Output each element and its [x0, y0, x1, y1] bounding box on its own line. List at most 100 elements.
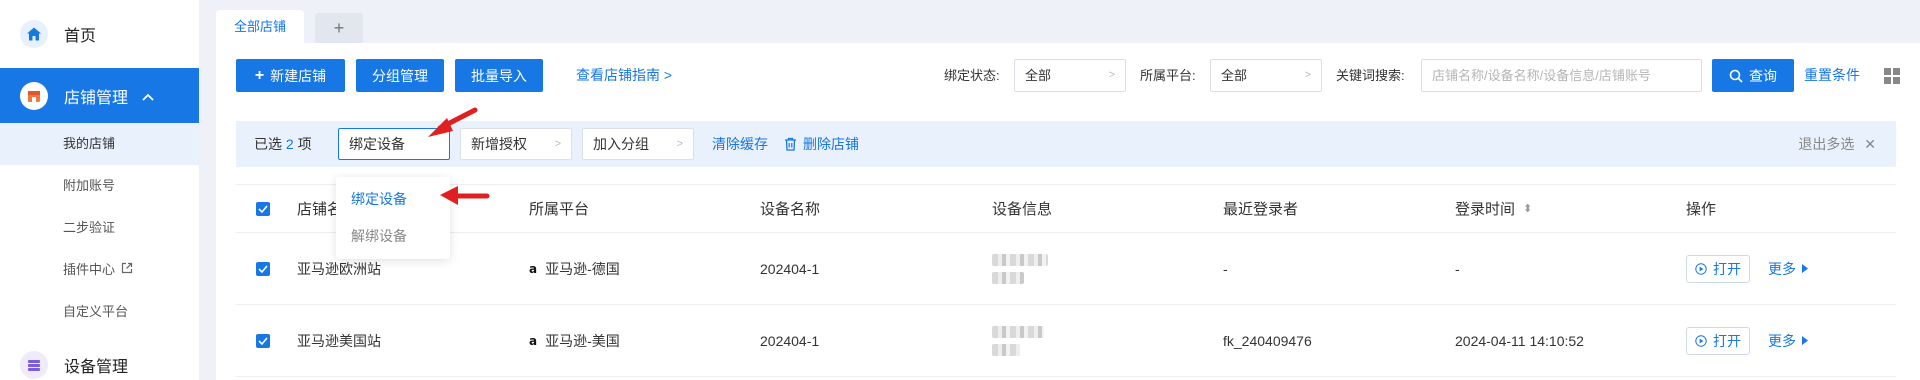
row-checkbox[interactable] — [256, 305, 270, 376]
selected-suffix: 项 — [297, 136, 312, 152]
login-time: - — [1455, 260, 1460, 277]
platform-name: 亚马逊-美国 — [545, 332, 620, 349]
clear-cache-link[interactable]: 清除缓存 — [712, 121, 768, 167]
store-table: 店铺名 所属平台 设备名称 设备信息 最近登录者 登录时间 ⬍ 操作 亚马逊欧洲… — [236, 184, 1896, 377]
bind-device-select-label: 绑定设备 — [349, 136, 405, 152]
chevron-right-icon: > — [1304, 69, 1311, 81]
chevron-right-icon: > — [1108, 69, 1115, 81]
sort-icon: ⬍ — [1523, 203, 1533, 215]
subnav-my-stores[interactable]: 我的店铺 — [0, 123, 199, 165]
query-button-label: 查询 — [1749, 67, 1777, 84]
store-name: 亚马逊美国站 — [297, 332, 381, 349]
subnav-custom-platform[interactable]: 自定义平台 — [0, 291, 199, 333]
exit-multi-select-label: 退出多选 — [1798, 136, 1855, 152]
open-button[interactable]: 打开 — [1686, 326, 1750, 355]
chevron-right-icon: > — [676, 138, 683, 150]
header-login-time-label: 登录时间 — [1455, 201, 1516, 218]
query-button[interactable]: 查询 — [1712, 59, 1794, 92]
open-button-label: 打开 — [1713, 260, 1741, 277]
platform-select[interactable]: 全部 > — [1210, 59, 1322, 92]
main-panel: + 新建店铺 分组管理 批量导入 查看店铺指南 > 绑定状态: 全部 > 所属平… — [216, 43, 1920, 380]
select-all-checkbox[interactable] — [256, 185, 270, 232]
more-label: 更多 — [1768, 332, 1796, 349]
nav-home[interactable]: 首页 — [0, 0, 199, 68]
add-tab-button[interactable]: + — [315, 13, 364, 43]
play-icon — [1695, 262, 1707, 275]
tab-all-stores[interactable]: 全部店铺 — [216, 10, 305, 43]
add-authorization-label: 新增授权 — [471, 136, 527, 152]
bind-status-select[interactable]: 全部 > — [1014, 59, 1126, 92]
batch-import-label: 批量导入 — [471, 67, 527, 84]
platform-cell: a 亚马逊-德国 — [529, 233, 620, 304]
amazon-icon: a — [529, 333, 538, 348]
row-actions: 打开 更多 — [1686, 305, 1808, 376]
exit-multi-select-link[interactable]: 退出多选 ✕ — [1798, 121, 1876, 167]
keyword-search-input[interactable]: 店铺名称/设备名称/设备信息/店铺账号 — [1421, 59, 1702, 92]
toolbar: + 新建店铺 分组管理 批量导入 查看店铺指南 > 绑定状态: 全部 > 所属平… — [236, 59, 1920, 92]
nav-device-management-label: 设备管理 — [64, 359, 129, 376]
device-info-redacted — [992, 233, 1048, 304]
last-login-user: fk_240409476 — [1223, 332, 1312, 349]
dropdown-item-unbind-device[interactable]: 解绑设备 — [336, 218, 450, 255]
caret-right-icon — [1802, 264, 1808, 273]
nav-store-management[interactable]: 店铺管理 — [0, 68, 199, 123]
platform-name: 亚马逊-德国 — [545, 260, 620, 277]
play-icon — [1695, 334, 1707, 347]
add-authorization-select[interactable]: 新增授权 > — [460, 128, 572, 160]
table-header: 店铺名 所属平台 设备名称 设备信息 最近登录者 登录时间 ⬍ 操作 — [236, 184, 1896, 233]
store-guide-link[interactable]: 查看店铺指南 > — [576, 59, 672, 92]
platform-value: 全部 — [1221, 68, 1248, 83]
tab-bar: 全部店铺 + — [216, 10, 364, 43]
more-link[interactable]: 更多 — [1768, 259, 1808, 279]
amazon-icon: a — [529, 261, 538, 276]
batch-selection-bar: 已选 2 项 绑定设备 新增授权 > 加入分组 > 清除缓存 删除店铺 退出多选… — [236, 121, 1896, 167]
subnav-two-step-label: 二步验证 — [63, 220, 116, 235]
bind-status-value: 全部 — [1025, 68, 1052, 83]
row-checkbox[interactable] — [256, 233, 270, 304]
selected-prefix: 已选 — [254, 136, 282, 152]
header-last-login-user: 最近登录者 — [1223, 201, 1299, 218]
subnav-custom-platform-label: 自定义平台 — [63, 304, 129, 319]
open-button-label: 打开 — [1713, 332, 1741, 349]
close-icon: ✕ — [1864, 136, 1876, 152]
new-store-button[interactable]: + 新建店铺 — [236, 59, 345, 92]
subnav-two-step-verification[interactable]: 二步验证 — [0, 207, 199, 249]
bind-device-dropdown: 绑定设备 解绑设备 — [336, 177, 450, 259]
batch-import-button[interactable]: 批量导入 — [455, 59, 543, 92]
more-link[interactable]: 更多 — [1768, 331, 1808, 351]
check-icon — [256, 333, 270, 348]
external-link-icon — [121, 249, 133, 291]
row-actions: 打开 更多 — [1686, 233, 1808, 304]
grid-view-icon[interactable] — [1884, 68, 1900, 87]
subnav-extra-accounts-label: 附加账号 — [63, 178, 116, 193]
join-group-select[interactable]: 加入分组 > — [582, 128, 694, 160]
header-login-time[interactable]: 登录时间 ⬍ — [1455, 185, 1532, 232]
subnav-plugin-center-label: 插件中心 — [63, 262, 116, 277]
dropdown-item-bind-device[interactable]: 绑定设备 — [336, 181, 450, 218]
join-group-label: 加入分组 — [593, 136, 649, 152]
header-device-name: 设备名称 — [760, 201, 821, 218]
delete-store-link[interactable]: 删除店铺 — [784, 121, 859, 167]
group-management-button[interactable]: 分组管理 — [356, 59, 444, 92]
platform-cell: a 亚马逊-美国 — [529, 305, 620, 376]
store-icon — [20, 81, 48, 110]
nav-device-management[interactable]: 设备管理 — [0, 343, 199, 380]
subnav-extra-accounts[interactable]: 附加账号 — [0, 165, 199, 207]
subnav-plugin-center[interactable]: 插件中心 — [0, 249, 199, 291]
platform-label: 所属平台: — [1140, 68, 1196, 83]
group-management-label: 分组管理 — [372, 67, 428, 84]
chevron-right-icon: > — [554, 138, 561, 150]
device-info-redacted — [992, 305, 1044, 376]
table-row: 亚马逊美国站 a 亚马逊-美国 202404-1 fk_240409476 20… — [236, 305, 1896, 377]
device-icon — [20, 351, 48, 379]
header-device-info: 设备信息 — [992, 201, 1053, 218]
keyword-label: 关键词搜索: — [1336, 68, 1405, 83]
table-row: 亚马逊欧洲站 a 亚马逊-德国 202404-1 - - 打开 更多 — [236, 233, 1896, 305]
delete-store-label: 删除店铺 — [803, 136, 859, 152]
bind-device-select[interactable]: 绑定设备 — [338, 128, 450, 160]
open-button[interactable]: 打开 — [1686, 254, 1750, 283]
login-time: 2024-04-11 14:10:52 — [1455, 332, 1584, 349]
reset-conditions-link[interactable]: 重置条件 — [1804, 59, 1860, 92]
last-login-user: - — [1223, 260, 1228, 277]
new-store-label: 新建店铺 — [270, 67, 327, 84]
